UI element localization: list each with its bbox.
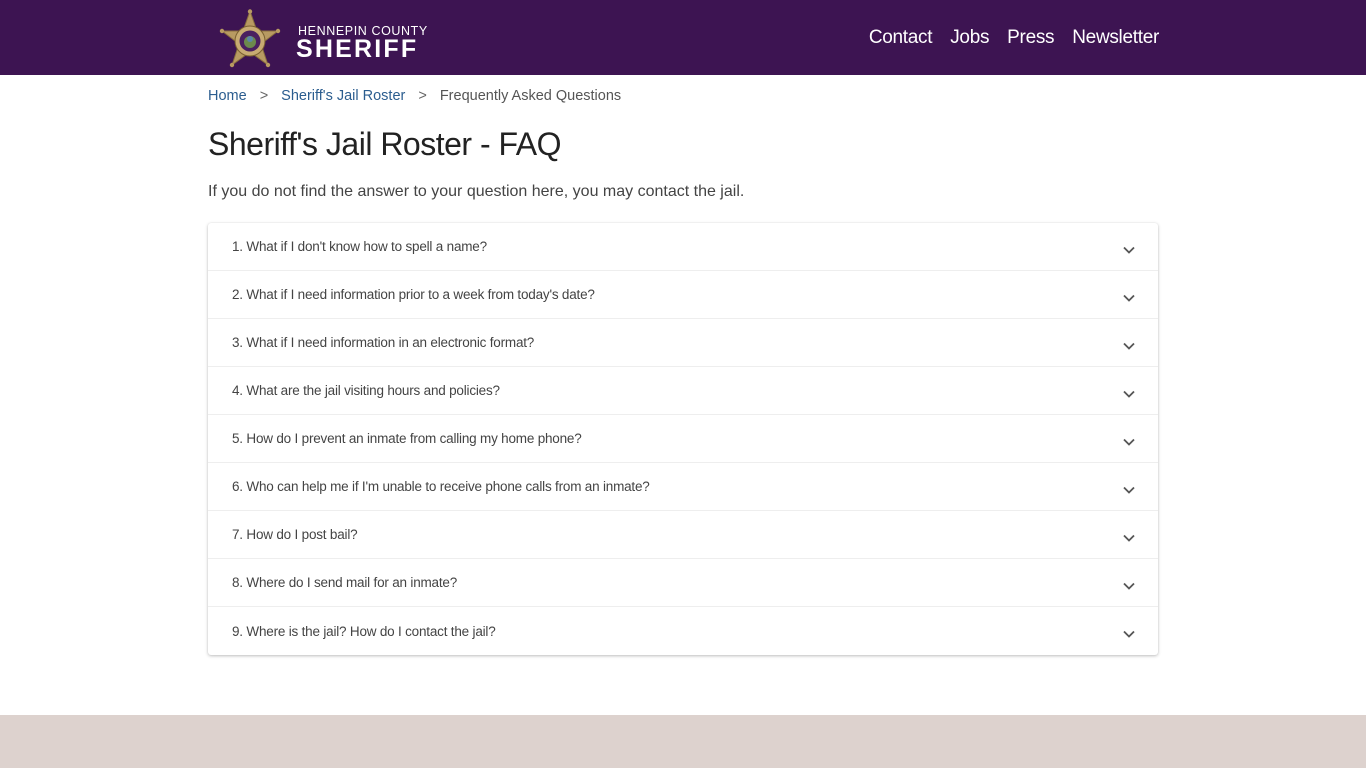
faq-item[interactable]: 7. How do I post bail?	[208, 511, 1158, 559]
faq-question: 4. What are the jail visiting hours and …	[232, 383, 500, 398]
faq-question: 3. What if I need information in an elec…	[232, 335, 535, 350]
faq-item[interactable]: 5. How do I prevent an inmate from calli…	[208, 415, 1158, 463]
chevron-down-icon	[1123, 342, 1135, 350]
chevron-down-icon	[1123, 582, 1135, 590]
faq-item[interactable]: 1. What if I don't know how to spell a n…	[208, 223, 1158, 271]
chevron-down-icon	[1123, 294, 1135, 302]
nav-jobs[interactable]: Jobs	[950, 27, 989, 49]
faq-question: 2. What if I need information prior to a…	[232, 287, 595, 302]
faq-item[interactable]: 9. Where is the jail? How do I contact t…	[208, 607, 1158, 655]
breadcrumb-current: Frequently Asked Questions	[439, 88, 622, 104]
nav-newsletter[interactable]: Newsletter	[1072, 27, 1159, 49]
site-footer	[0, 715, 1366, 768]
faq-question: 6. Who can help me if I'm unable to rece…	[232, 479, 650, 494]
chevron-down-icon	[1123, 246, 1135, 254]
breadcrumb-separator: >	[259, 88, 269, 104]
page-intro: If you do not find the answer to your qu…	[208, 183, 745, 200]
faq-item[interactable]: 3. What if I need information in an elec…	[208, 319, 1158, 367]
chevron-down-icon	[1123, 486, 1135, 494]
sheriff-star-badge-icon	[219, 9, 281, 68]
faq-question: 9. Where is the jail? How do I contact t…	[232, 623, 496, 639]
faq-accordion: 1. What if I don't know how to spell a n…	[208, 223, 1158, 655]
breadcrumb: Home > Sheriff's Jail Roster > Frequentl…	[208, 88, 621, 104]
page-title: Sheriff's Jail Roster - FAQ	[208, 126, 562, 162]
faq-item[interactable]: 4. What are the jail visiting hours and …	[208, 367, 1158, 415]
logo-title: SHERIFF	[296, 35, 419, 63]
breadcrumb-home[interactable]: Home	[208, 88, 247, 104]
faq-item[interactable]: 6. Who can help me if I'm unable to rece…	[208, 463, 1158, 511]
logo-link[interactable]: HENNEPIN COUNTY SHERIFF	[218, 9, 438, 71]
breadcrumb-separator: >	[418, 88, 427, 104]
chevron-down-icon	[1123, 630, 1135, 638]
chevron-down-icon	[1123, 390, 1135, 398]
chevron-down-icon	[1123, 534, 1135, 542]
chevron-down-icon	[1123, 438, 1135, 446]
main-nav: Contact Jobs Press Newsletter	[869, 27, 1159, 49]
faq-question: 8. Where do I send mail for an inmate?	[232, 575, 458, 590]
faq-question: 7. How do I post bail?	[232, 527, 358, 542]
faq-question: 5. How do I prevent an inmate from calli…	[232, 431, 582, 446]
faq-item[interactable]: 8. Where do I send mail for an inmate?	[208, 559, 1158, 607]
nav-contact[interactable]: Contact	[869, 27, 933, 49]
breadcrumb-jail-roster[interactable]: Sheriff's Jail Roster	[281, 88, 405, 104]
faq-question: 1. What if I don't know how to spell a n…	[232, 239, 487, 254]
faq-item[interactable]: 2. What if I need information prior to a…	[208, 271, 1158, 319]
nav-press[interactable]: Press	[1007, 27, 1054, 49]
site-header: HENNEPIN COUNTY SHERIFF Contact Jobs Pre…	[0, 0, 1366, 75]
